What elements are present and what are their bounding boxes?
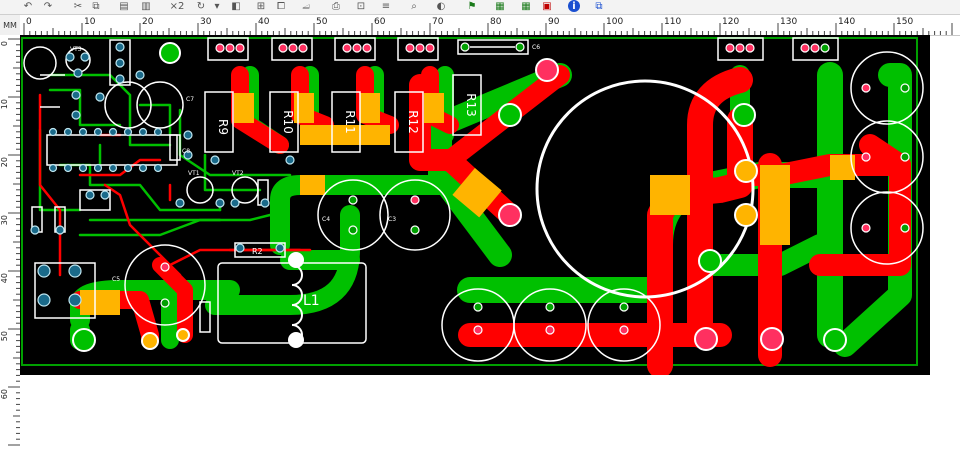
ruler-unit: MM — [3, 20, 17, 30]
ungroup-icon[interactable]: ⧡ — [300, 0, 312, 12]
redo-icon[interactable]: ↷ — [42, 0, 54, 12]
label-r12: R12 — [406, 110, 420, 134]
delete-icon[interactable]: ▥ — [140, 0, 152, 12]
align-icon[interactable]: ⊞ — [255, 0, 267, 12]
ruler-label: 50 — [0, 331, 9, 341]
component-icon[interactable]: ⊡ — [355, 0, 367, 12]
group-icon[interactable]: ⧠ — [275, 0, 287, 12]
ruler-label: 40 — [258, 17, 270, 27]
search-icon[interactable]: ⌕ — [408, 0, 420, 12]
ruler-label: 20 — [142, 17, 154, 27]
label-c3: C3 — [388, 216, 396, 223]
label-r13: R13 — [464, 93, 478, 117]
ruler-label: 60 — [0, 389, 9, 399]
ruler-label: 130 — [780, 17, 797, 27]
ruler-label: 10 — [84, 17, 96, 27]
ruler-label: 60 — [374, 17, 386, 27]
ruler-label: 120 — [722, 17, 739, 27]
zoom-fit-icon[interactable]: ⧉ — [592, 0, 606, 12]
ruler-label: 50 — [316, 17, 328, 27]
vertical-ruler[interactable]: 0 10 20 30 40 50 60 — [0, 35, 21, 448]
toolbar: ↶ ↷ ✂ ⧉ ▤ ▥ ×2 ↻ ▾ ◧ ⊞ ⧠ ⧡ ⎙ ⊡ ≡ ⌕ ◐ ⚑ ▦… — [0, 0, 960, 15]
label-vt1: VT1 — [188, 170, 200, 177]
label-c5: C5 — [112, 276, 120, 283]
ruler-label: 90 — [548, 17, 560, 27]
ruler-label: 80 — [490, 17, 502, 27]
vertical-ruler-ticks: 0 10 20 30 40 50 60 — [0, 38, 20, 446]
ruler-label: 140 — [838, 17, 855, 27]
undo-icon[interactable]: ↶ — [22, 0, 34, 12]
pcb-layout[interactable]: R9 R10 R11 R12 R13 R2 L1 C6 C7 C8 C3 C4 … — [20, 35, 930, 378]
label-r11: R11 — [343, 110, 357, 134]
ruler-label: 100 — [606, 17, 623, 27]
label-l1: L1 — [303, 293, 320, 309]
label-r10: R10 — [281, 110, 295, 134]
label-vt3: VT3 — [70, 46, 82, 53]
mirror-icon[interactable]: ◧ — [230, 0, 242, 12]
label-r2: R2 — [252, 247, 263, 256]
label-c4: C4 — [322, 216, 330, 223]
photo-icon[interactable]: ▣ — [540, 0, 554, 12]
copy-icon[interactable]: ⧉ — [90, 0, 102, 12]
canvas-empty-area[interactable] — [20, 375, 960, 448]
ruler-corner: MM — [0, 15, 21, 36]
ruler-label: 0 — [26, 17, 32, 27]
pcb-board[interactable]: R9 R10 R11 R12 R13 R2 L1 C6 C7 C8 C3 C4 … — [20, 35, 930, 378]
label-c8: C8 — [182, 148, 190, 155]
ruler-label: 70 — [432, 17, 444, 27]
ruler-label: 150 — [896, 17, 913, 27]
label-r9: R9 — [216, 119, 230, 135]
label-vt2: VT2 — [232, 170, 244, 177]
ruler-label: 10 — [0, 99, 9, 109]
ruler-label: 0 — [0, 41, 9, 46]
zoom-factor[interactable]: ×2 — [168, 0, 186, 12]
drc-icon[interactable]: ⚑ — [465, 0, 479, 12]
ruler-label: 40 — [0, 273, 9, 283]
ruler-label: 110 — [664, 17, 681, 27]
scanned-copy-icon[interactable]: ▦ — [516, 0, 536, 12]
label-c7: C7 — [186, 96, 194, 103]
horizontal-ruler[interactable]: 0 10 20 30 40 50 60 70 80 90 100 110 120 130 140 150 — [20, 15, 960, 36]
paste-icon[interactable]: ▤ — [118, 0, 130, 12]
ruler-label: 20 — [0, 157, 9, 167]
ruler-label: 30 — [0, 215, 9, 225]
label-c6: C6 — [532, 44, 540, 51]
ruler-label: 30 — [200, 17, 212, 27]
dropdown-icon[interactable]: ▾ — [212, 0, 222, 12]
rotate-icon[interactable]: ↻ — [195, 0, 207, 12]
layers-icon[interactable]: ≡ — [380, 0, 392, 12]
photoview-icon[interactable]: ◐ — [435, 0, 447, 12]
cut-icon[interactable]: ✂ — [72, 0, 84, 12]
print-icon[interactable]: ⎙ — [330, 0, 342, 12]
info-icon[interactable]: i — [568, 0, 580, 12]
autoroute-icon[interactable]: ▦ — [490, 0, 510, 12]
horizontal-ruler-ticks: 0 10 20 30 40 50 60 70 80 90 100 110 120 130 140 150 — [23, 17, 953, 35]
